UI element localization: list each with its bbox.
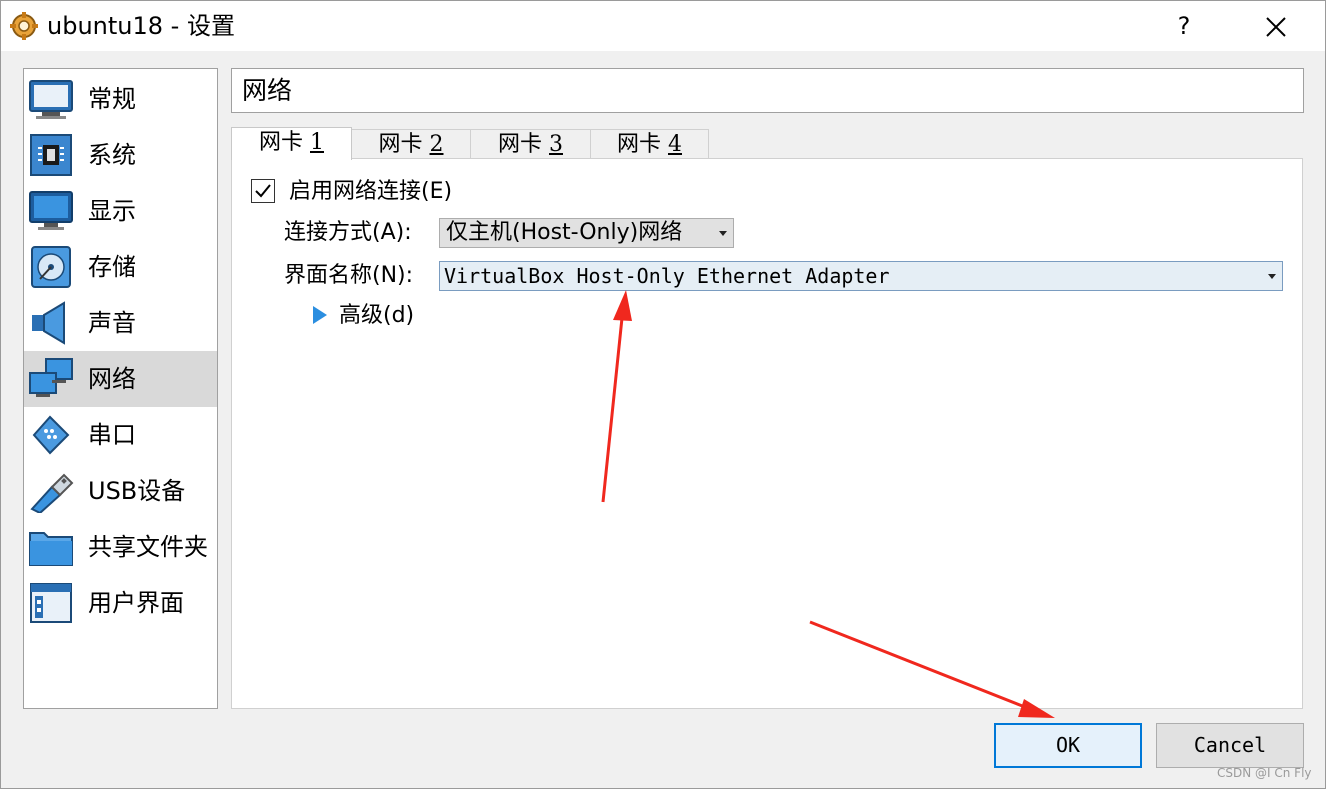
enable-adapter-checkbox[interactable] [251,179,275,203]
sidebar-item-serial[interactable]: 串口 [24,407,217,463]
sidebar-item-system[interactable]: 系统 [24,127,217,183]
sidebar-item-usb[interactable]: USB设备 [24,463,217,519]
sidebar-item-label: 共享文件夹 [88,533,208,561]
tab-label: 网卡 [497,132,542,157]
tab-label: 网卡 [378,132,423,157]
tab-label: 网卡 [258,130,303,155]
chevron-down-icon [719,231,727,236]
sidebar-item-storage[interactable]: 存储 [24,239,217,295]
ok-button[interactable]: OK [994,723,1142,768]
sidebar-item-user-interface[interactable]: 用户界面 [24,575,217,631]
attached-to-value: 仅主机(Host-Only)网络 [446,220,683,245]
sidebar-item-label: 串口 [88,421,136,449]
tab-number: 3 [549,132,563,157]
watermark: CSDN @I Cn Fly [1217,766,1312,780]
speaker-icon [32,301,65,345]
attached-to-label: 连接方式(A): [284,220,412,245]
sidebar-item-shared-folders[interactable]: 共享文件夹 [24,519,217,575]
disk-icon [31,246,71,288]
interface-name-select[interactable]: VirtualBox Host-Only Ethernet Adapter [439,261,1283,291]
page-title: 网络 [242,76,293,105]
display-icon [29,191,73,230]
sidebar-item-label: 常规 [88,85,136,113]
sidebar-item-label: 声音 [88,309,136,337]
sidebar-item-label: 显示 [88,197,136,225]
help-button[interactable]: ? [1161,1,1207,51]
settings-sidebar: 常规 系统 显示 存储 声音 网络 串口 USB设备 共享文件夹 用户界面 [23,68,218,709]
attached-to-select[interactable]: 仅主机(Host-Only)网络 [439,218,734,248]
tab-number: 2 [429,132,444,157]
sidebar-item-label: 网络 [88,365,136,393]
folder-icon [29,532,73,566]
gear-icon [10,12,38,40]
sidebar-item-audio[interactable]: 声音 [24,295,217,351]
interface-name-label: 界面名称(N): [284,263,414,288]
advanced-toggle[interactable]: 高级(d) [339,300,414,332]
checkmark-icon [255,184,271,198]
chip-icon [30,134,72,176]
cancel-button[interactable]: Cancel [1156,723,1304,768]
enable-adapter-label[interactable]: 启用网络连接(E) [289,176,452,208]
tab-number: 4 [668,132,682,157]
settings-window: ubuntu18 - 设置 ? 常规 系统 显示 存储 声音 网络 串口 USB… [0,0,1326,789]
sidebar-item-general[interactable]: 常规 [24,71,217,127]
interface-name-value: VirtualBox Host-Only Ethernet Adapter [444,264,890,288]
tab-adapter-3[interactable]: 网卡 3 [470,129,591,159]
tab-adapter-4[interactable]: 网卡 4 [590,129,709,159]
tab-adapter-1[interactable]: 网卡 1 [231,127,352,160]
title-bar: ubuntu18 - 设置 ? [1,1,1325,51]
tab-number: 1 [310,130,324,155]
window-ui-icon [30,583,72,623]
usb-icon [30,473,74,513]
sidebar-item-label: 系统 [88,141,136,169]
chevron-down-icon [1268,274,1276,279]
sidebar-item-label: USB设备 [88,477,186,505]
sidebar-item-label: 用户界面 [88,589,184,617]
sidebar-item-network[interactable]: 网络 [24,351,217,407]
close-button[interactable] [1251,1,1301,51]
window-title: ubuntu18 - 设置 [47,12,235,40]
close-icon [1266,16,1286,37]
page-header: 网络 [231,68,1304,113]
sidebar-item-display[interactable]: 显示 [24,183,217,239]
expand-triangle-icon[interactable] [313,306,327,324]
sidebar-item-label: 存储 [88,253,136,281]
network-icon [29,358,73,397]
serial-port-icon [32,415,70,455]
monitor-icon [29,80,73,119]
tab-adapter-2[interactable]: 网卡 2 [351,129,471,159]
tab-label: 网卡 [616,132,661,157]
